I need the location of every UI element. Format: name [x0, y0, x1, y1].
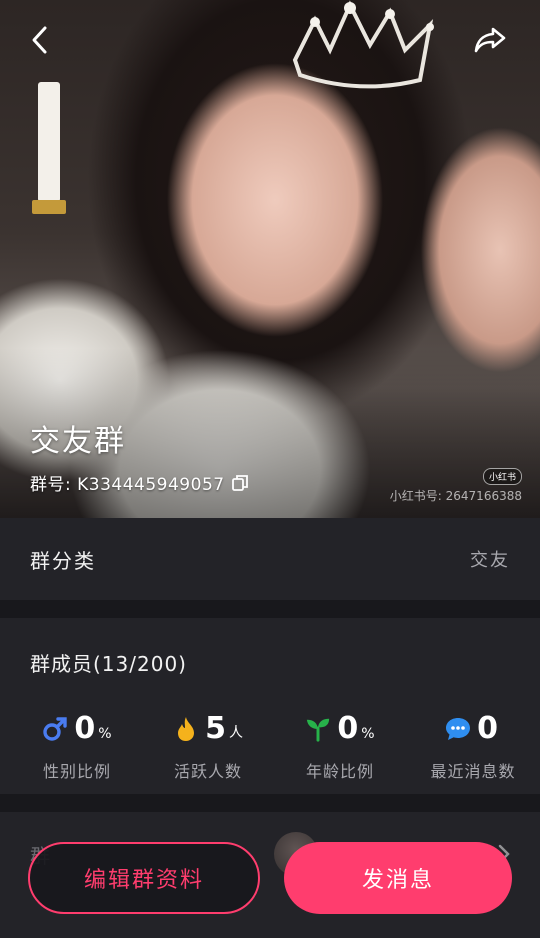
stat-value: 5: [205, 711, 226, 746]
stat-label: 最近消息数: [430, 762, 516, 781]
stat-value: 0: [74, 711, 96, 746]
candle-holder: [32, 200, 66, 214]
stat-label: 活跃人数: [173, 762, 242, 781]
crown-decoration: [292, 0, 434, 89]
chevron-left-icon: [32, 26, 47, 54]
stat-label: 性别比例: [42, 762, 111, 781]
share-button[interactable]: [472, 22, 508, 58]
group-name: 交友群: [30, 424, 126, 459]
stat-label: 年龄比例: [305, 762, 374, 781]
chat-bubble-icon: [445, 716, 471, 742]
share-arrow-icon: [474, 27, 506, 53]
stat-value: 0: [337, 711, 359, 746]
watermark-text: 小红书号: 2647166388: [389, 489, 522, 503]
send-message-button[interactable]: 发消息: [284, 842, 512, 914]
watermark-logo: 小红书: [482, 468, 522, 485]
sprout-icon: [305, 716, 331, 742]
group-id: 群号: K334445949057: [30, 475, 225, 495]
flame-icon: [173, 716, 199, 742]
stat-age-ratio: 0 % 年龄比例: [280, 708, 400, 782]
group-members-card[interactable]: 群成员(13/200) 0 % 性别比例 5 人 活跃人数 0 % 年龄比例 0…: [0, 618, 540, 794]
stat-recent-messages: 0 最近消息数: [413, 708, 533, 782]
stat-value: 0: [477, 711, 498, 746]
stat-gender-ratio: 0 % 性别比例: [17, 708, 137, 782]
gender-icon: [42, 716, 68, 742]
stat-unit: %: [361, 726, 375, 742]
edit-group-info-button[interactable]: 编辑群资料: [28, 842, 260, 914]
stat-unit: %: [98, 726, 112, 742]
watermark: 小红书 小红书号: 2647166388: [390, 468, 522, 504]
category-label: 群分类: [30, 548, 96, 573]
category-value: 交友: [470, 550, 510, 571]
back-button[interactable]: [22, 22, 58, 58]
candle-decoration: [38, 82, 60, 202]
copy-icon[interactable]: [231, 474, 249, 492]
member-stats: 0 % 性别比例 5 人 活跃人数 0 % 年龄比例 0 最近消息数: [0, 708, 540, 788]
stat-active-members: 5 人 活跃人数: [148, 708, 268, 782]
group-id-row: 群号: K334445949057: [30, 470, 249, 495]
stat-unit: 人: [228, 725, 243, 741]
group-category-row[interactable]: 群分类 交友: [0, 518, 540, 600]
members-title: 群成员(13/200): [30, 652, 187, 676]
